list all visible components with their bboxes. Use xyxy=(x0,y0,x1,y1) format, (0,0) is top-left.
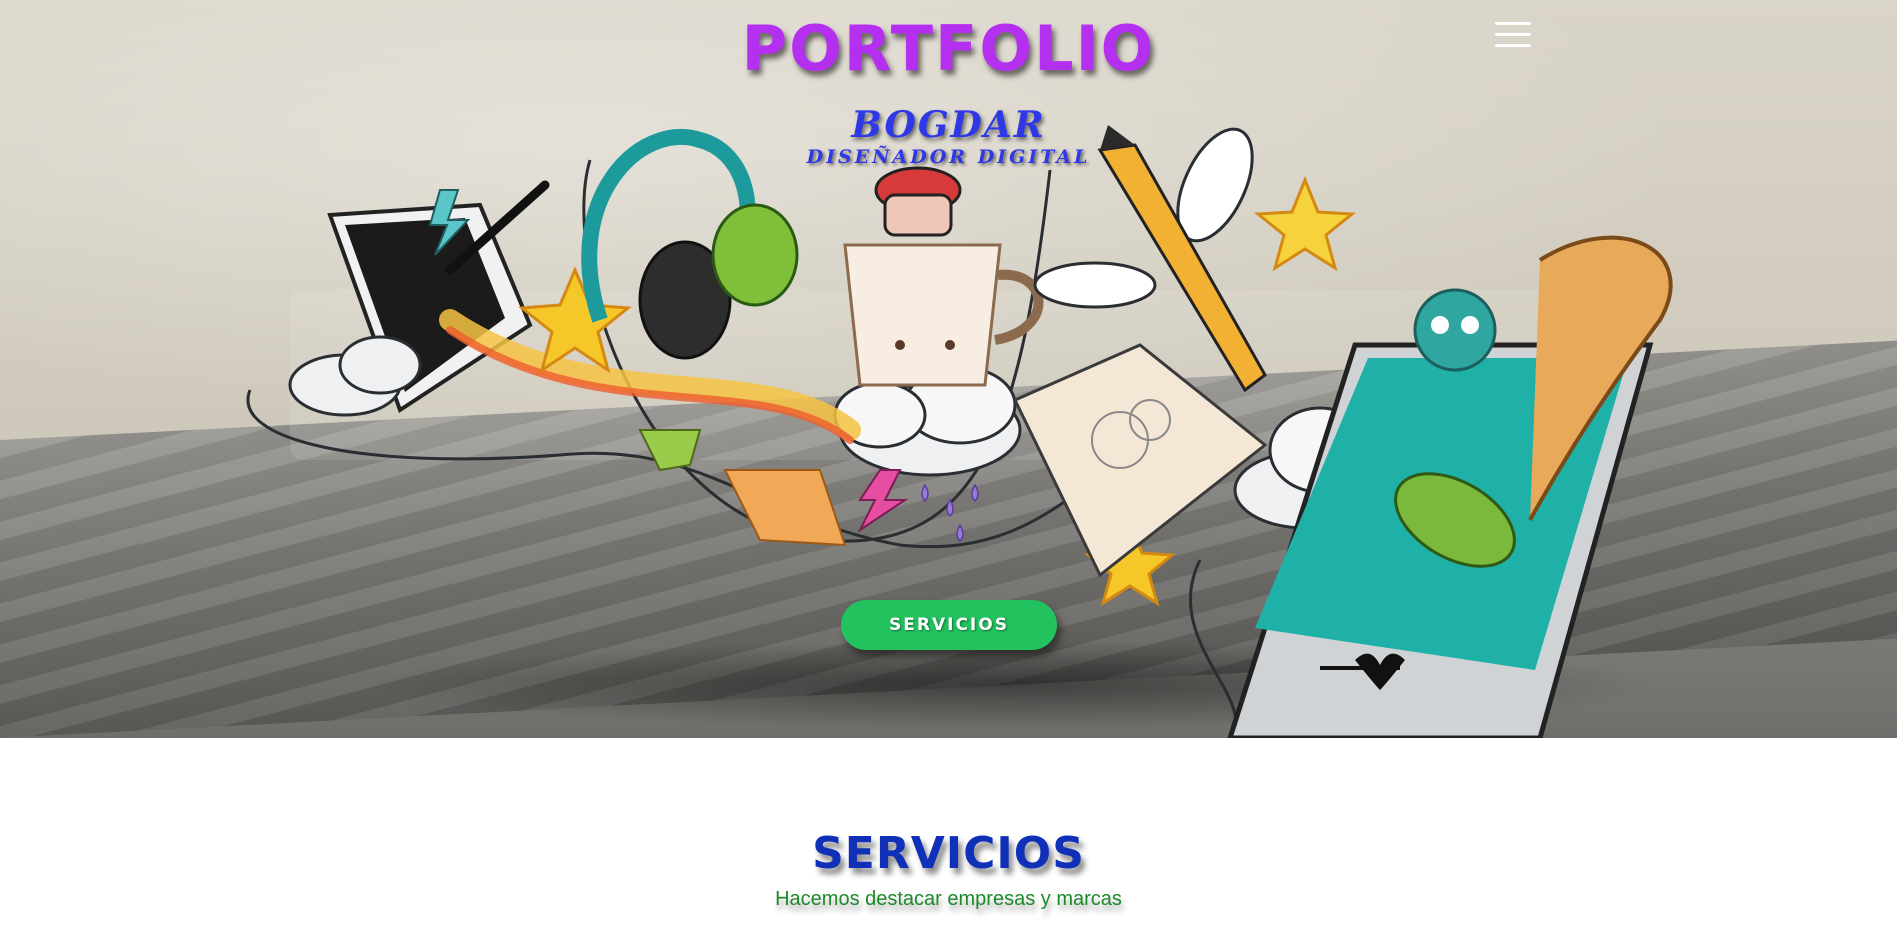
hero-section: PORTFOLIO BOGDAR DISEÑADOR DIGITAL SERVI… xyxy=(0,0,1897,738)
page-title: PORTFOLIO xyxy=(741,12,1156,85)
origami-crane-icon xyxy=(723,469,847,547)
servicios-button[interactable]: SERVICIOS xyxy=(841,600,1057,650)
wing-icon xyxy=(1033,261,1157,309)
brand-role: DISEÑADOR DIGITAL xyxy=(806,146,1091,168)
hamburger-menu-icon[interactable] xyxy=(1495,22,1531,48)
services-subtitle: Hacemos destacar empresas y marcas xyxy=(775,888,1122,910)
bird-icon xyxy=(1413,288,1497,372)
brand-name: BOGDAR xyxy=(851,104,1046,146)
services-title: SERVICIOS xyxy=(812,828,1085,879)
menu-bar xyxy=(1495,22,1531,25)
lightning-icon xyxy=(857,469,909,533)
star-icon xyxy=(1254,176,1356,272)
mug-character-icon xyxy=(843,166,1044,387)
headphones-icon xyxy=(581,128,799,360)
menu-bar xyxy=(1495,44,1531,47)
raindrops-icon xyxy=(921,483,979,543)
page: PORTFOLIO BOGDAR DISEÑADOR DIGITAL SERVI… xyxy=(0,0,1897,949)
origami-crane-icon xyxy=(638,429,702,472)
cable-icon xyxy=(1188,559,1238,738)
menu-bar xyxy=(1495,33,1531,36)
sketchbook-icon xyxy=(1012,343,1268,578)
